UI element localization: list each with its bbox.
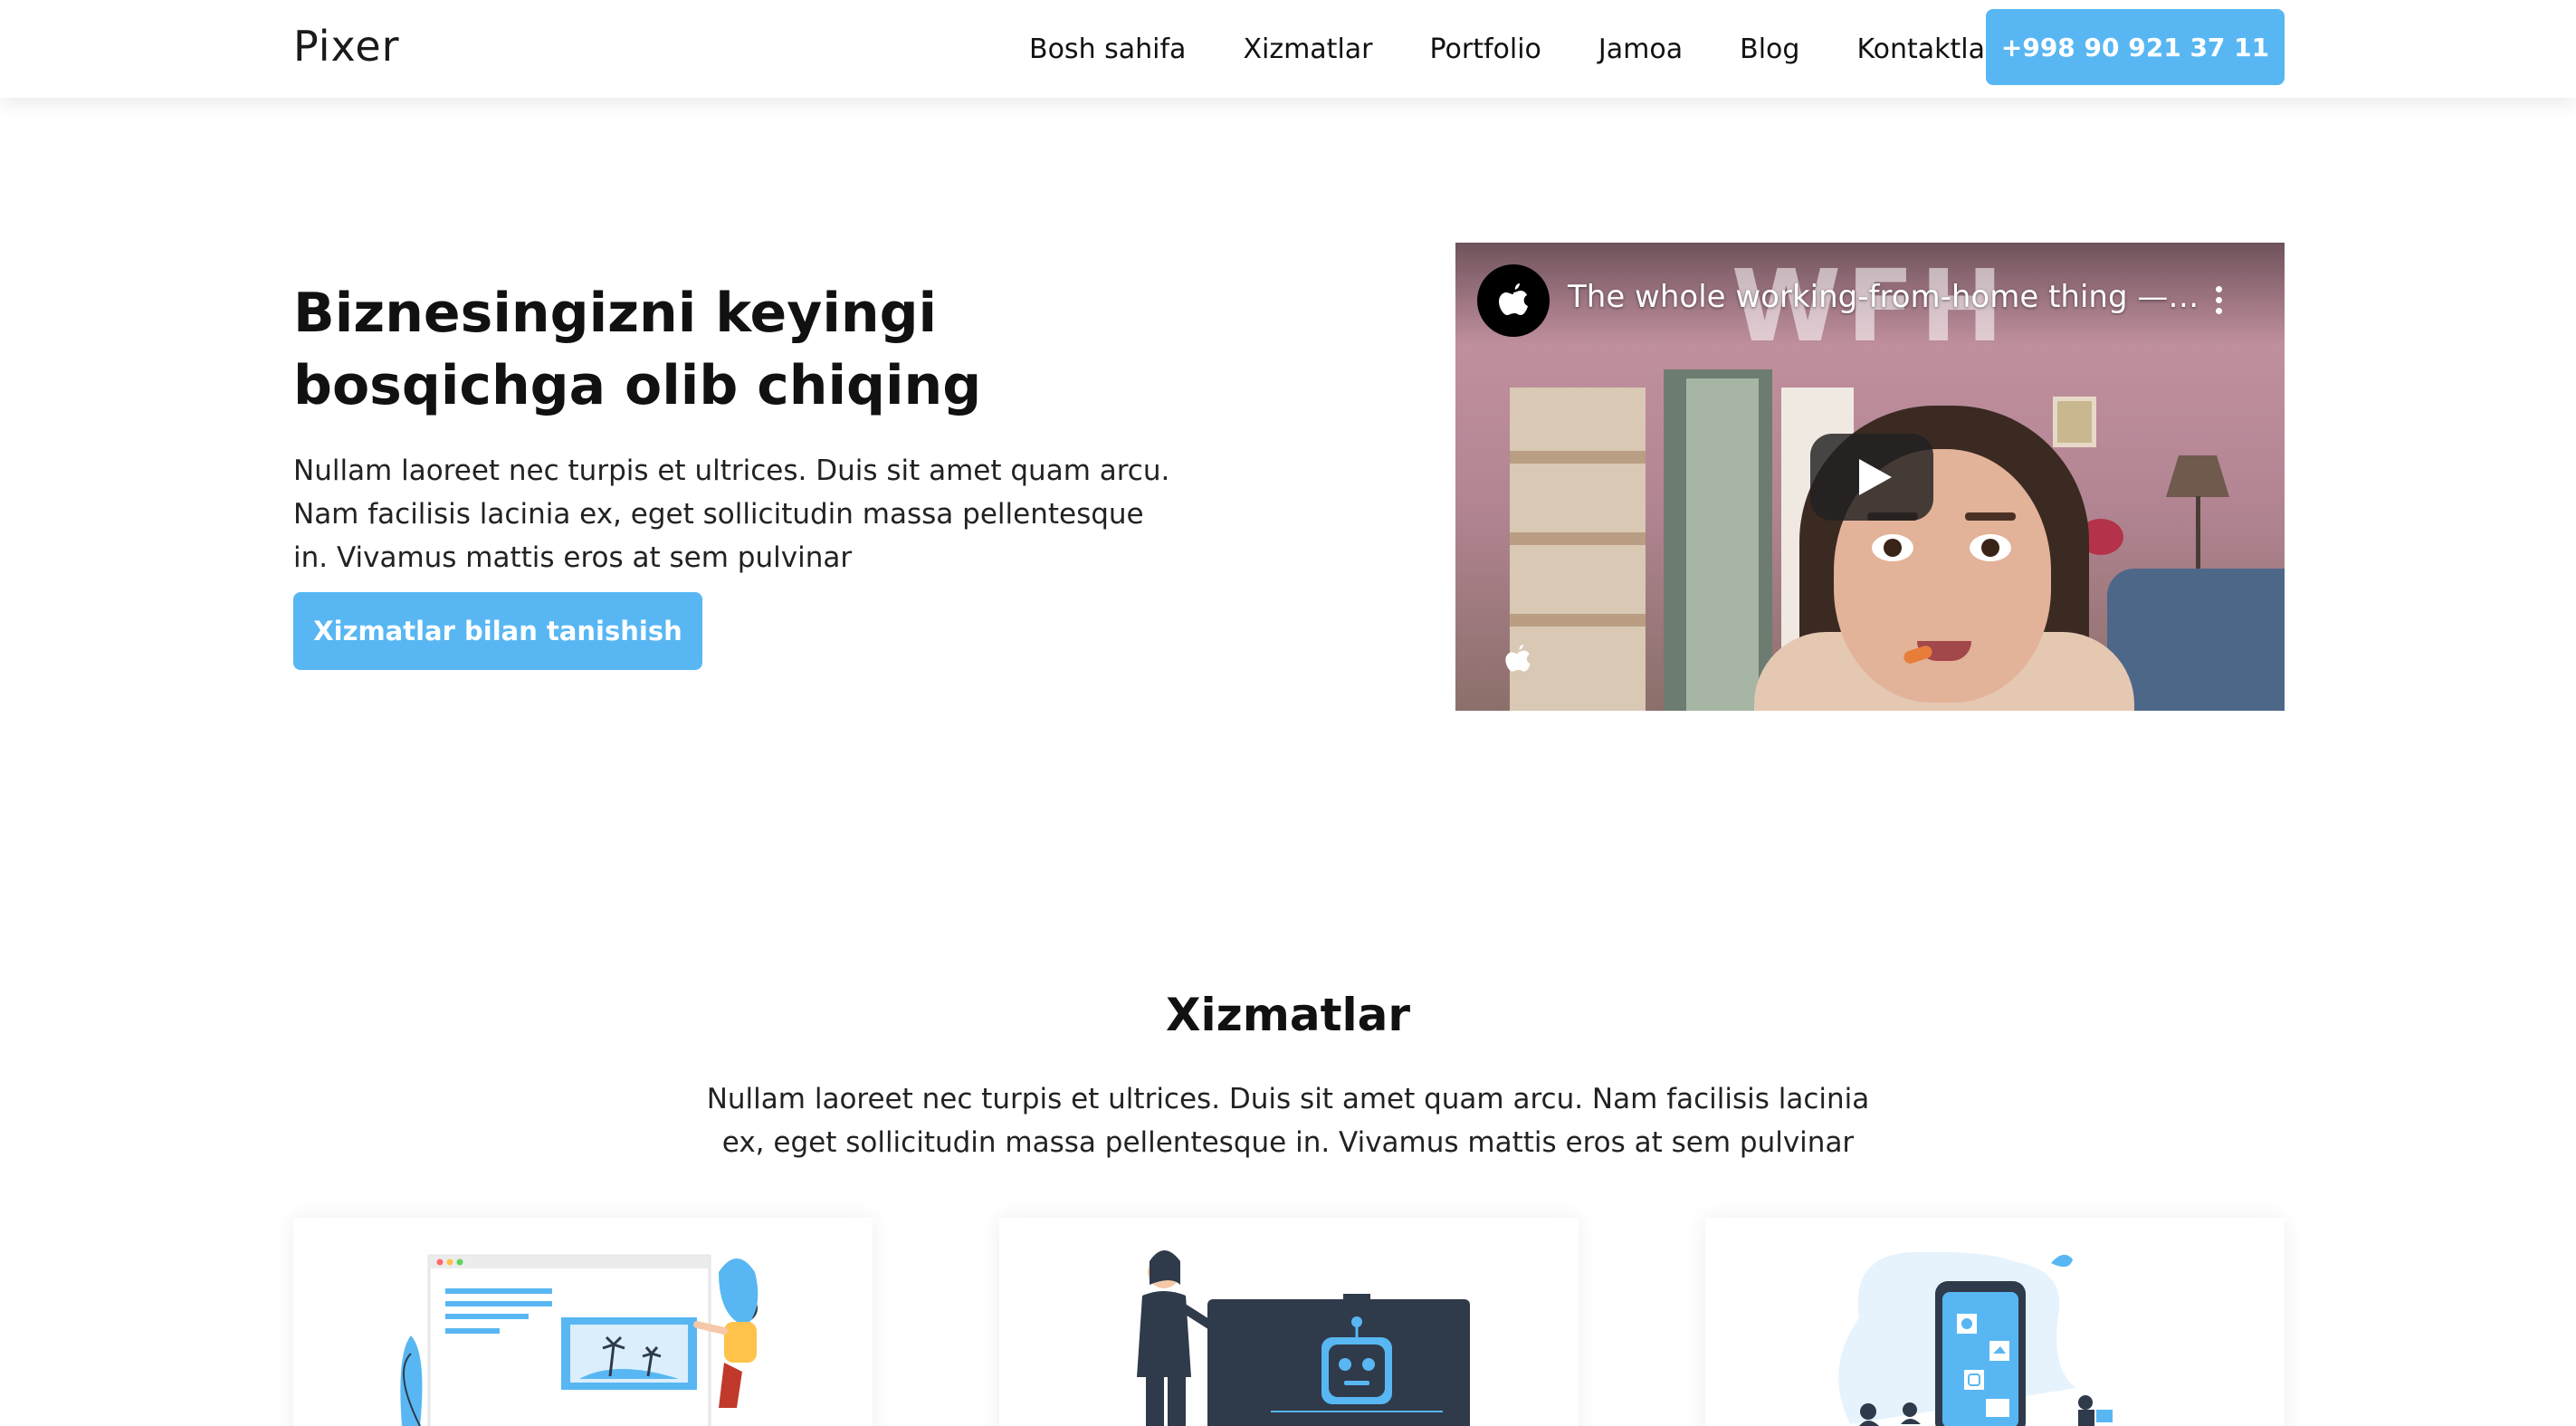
services-description: Nullam laoreet nec turpis et ultrices. D… (706, 1083, 1870, 1159)
web-design-illustration (400, 1254, 758, 1426)
nav-link-team[interactable]: Jamoa (1598, 33, 1683, 65)
main-nav: Bosh sahifa Xizmatlar Portfolio Jamoa Bl… (1029, 0, 1996, 98)
nav-link-blog[interactable]: Blog (1740, 33, 1799, 65)
nav-link-portfolio[interactable]: Portfolio (1430, 33, 1541, 65)
play-button[interactable] (1810, 434, 1933, 521)
logo[interactable]: Pixer (293, 22, 400, 71)
nav-link-contacts[interactable]: Kontaktlar (1856, 33, 1996, 65)
nav-link-services[interactable]: Xizmatlar (1243, 33, 1372, 65)
menu-dot (2215, 308, 2222, 314)
video-player[interactable]: WFH The whole working-from-home thing — … (1455, 243, 2285, 711)
service-card-ai[interactable] (999, 1218, 1579, 1426)
more-vertical-icon[interactable] (2212, 286, 2225, 322)
menu-dot (2215, 286, 2222, 292)
hero-title: Biznesingizni keyingi bosqichga olib chi… (293, 282, 982, 417)
services-title: Xizmatlar (1165, 989, 1411, 1041)
hero-description: Nullam laoreet nec turpis et ultrices. D… (293, 455, 1170, 574)
phone-button[interactable]: +998 90 921 37 11 (1986, 9, 2285, 85)
ai-robot-illustration (1137, 1250, 1470, 1426)
service-card-web[interactable] (293, 1218, 873, 1426)
site-header: Pixer Bosh sahifa Xizmatlar Portfolio Ja… (0, 0, 2576, 98)
service-card-mobile[interactable] (1705, 1218, 2285, 1426)
services-cta-button[interactable]: Xizmatlar bilan tanishish (293, 592, 702, 670)
apple-logo-icon[interactable] (1477, 264, 1550, 337)
apple-watermark-glyph (1505, 644, 1531, 672)
nav-link-home[interactable]: Bosh sahifa (1029, 33, 1186, 65)
menu-dot (2215, 297, 2222, 303)
apple-watermark-icon (1503, 641, 1533, 686)
video-title[interactable]: The whole working-from-home thing — A… (1568, 279, 2201, 315)
mobile-app-illustration (1838, 1251, 2113, 1426)
apple-logo-glyph (1499, 283, 1528, 315)
